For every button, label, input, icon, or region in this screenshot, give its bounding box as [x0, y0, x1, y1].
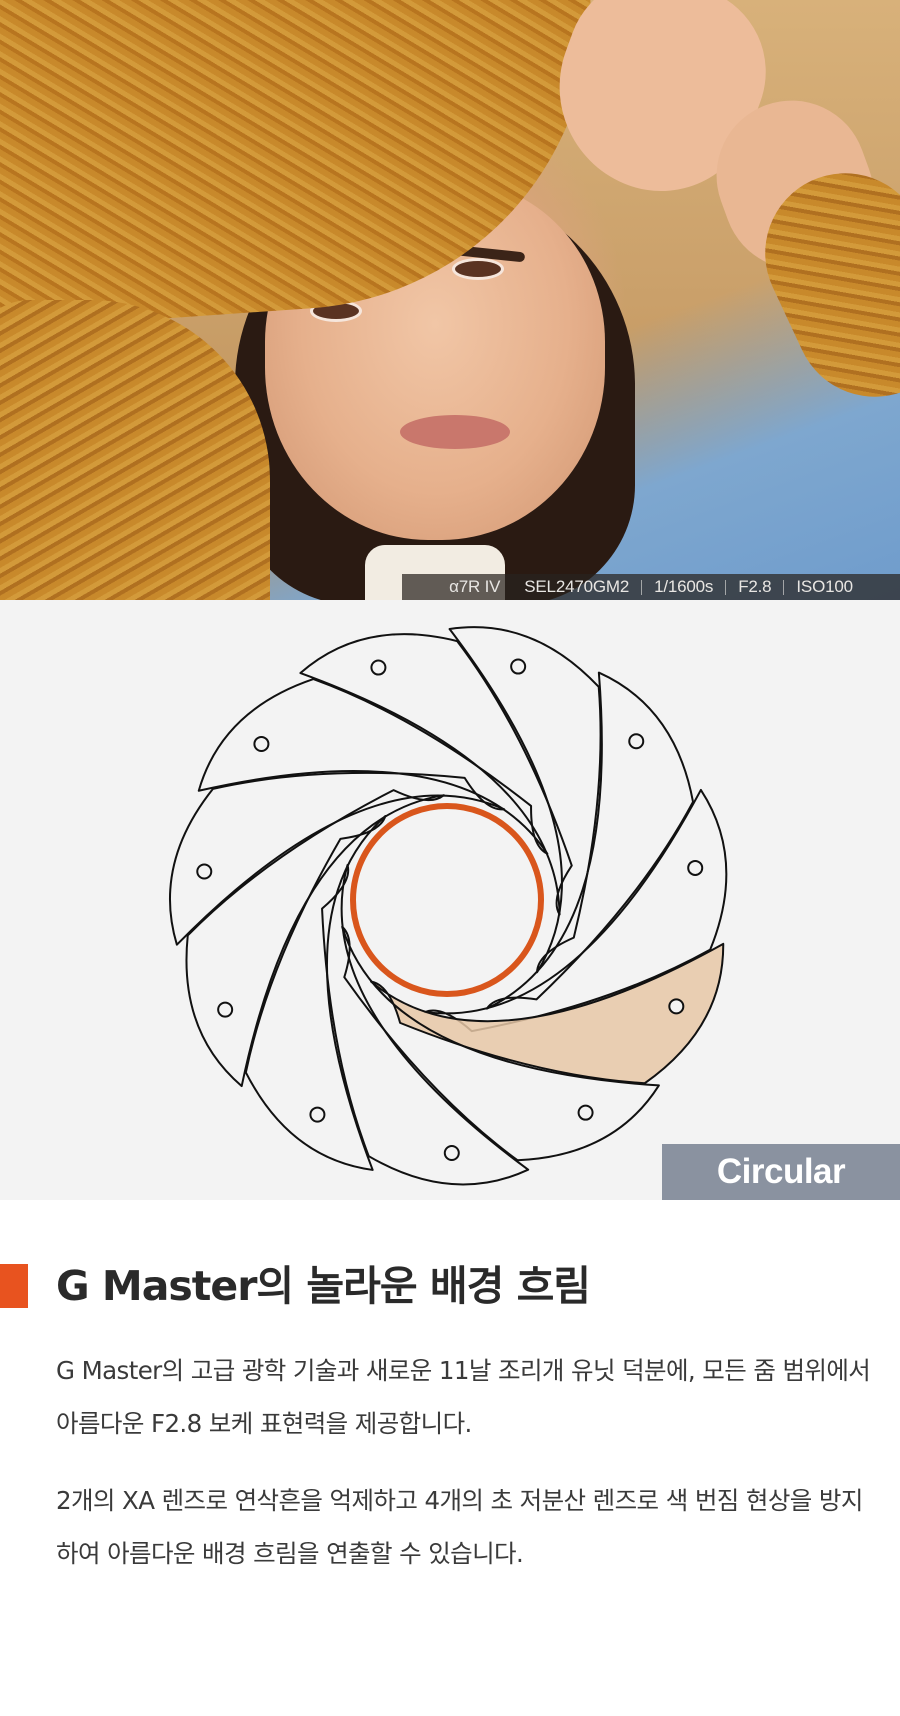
blade-pivot-pin [510, 658, 527, 675]
aperture-opening-ring [350, 803, 544, 997]
photo-eye-right [452, 258, 504, 280]
exif-lens: SEL2470GM2 [524, 577, 630, 596]
blade-pivot-pin [577, 1104, 594, 1121]
hero-photo: α7R IV SEL2470GM2 1/1600s F2.8 ISO100 [0, 0, 900, 600]
photo-sweater-body [0, 300, 270, 600]
blade-pivot-pin [196, 863, 213, 880]
blade-pivot-pin [443, 1144, 460, 1161]
blade-pivot-pin [628, 733, 645, 750]
aperture-blades-illustration [168, 626, 728, 1186]
photo-lips [400, 415, 510, 449]
exif-iso: ISO100 [796, 577, 853, 596]
blade-pivot-pin [370, 659, 387, 676]
circular-label: Circular [662, 1144, 900, 1200]
section-accent-bar [0, 1264, 28, 1308]
blade-pivot-pin [217, 1001, 234, 1018]
section-content: G Master의 놀라운 배경 흐림 G Master의 고급 광학 기술과 … [0, 1200, 900, 1580]
section-paragraph: 2개의 XA 렌즈로 연삭흔을 억제하고 4개의 초 저분산 렌즈로 색 번짐 … [56, 1486, 863, 1568]
exif-shutter: 1/1600s [654, 577, 714, 596]
blade-pivot-pin [687, 859, 704, 876]
blade-pivot-pin [668, 998, 685, 1015]
exif-camera: α7R IV [449, 577, 501, 596]
section-paragraph: G Master의 고급 광학 기술과 새로운 11날 조리개 유닛 덕분에, … [56, 1356, 871, 1438]
exif-bar: α7R IV SEL2470GM2 1/1600s F2.8 ISO100 [402, 574, 900, 600]
aperture-diagram: Circular [0, 600, 900, 1200]
exif-aperture: F2.8 [738, 577, 772, 596]
section-title: G Master의 놀라운 배경 흐림 [56, 1262, 591, 1310]
blade-pivot-pin [309, 1106, 326, 1123]
blade-pivot-pin [253, 735, 270, 752]
